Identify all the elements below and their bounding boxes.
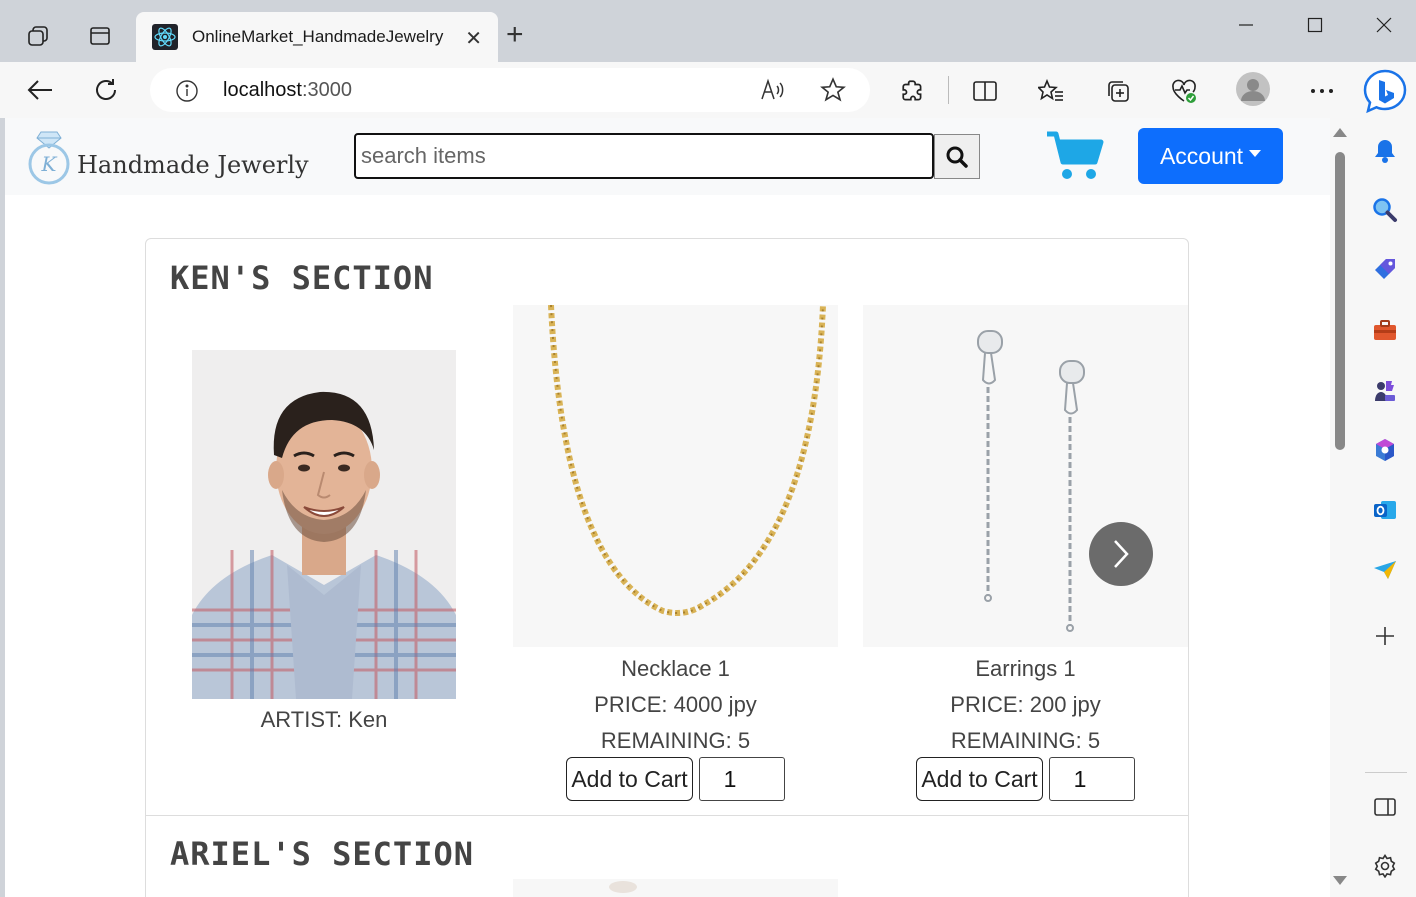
- browser-essentials-icon[interactable]: [1169, 76, 1199, 106]
- carousel-next-button[interactable]: [1089, 522, 1153, 586]
- artist-photo: [192, 350, 456, 699]
- profile-avatar[interactable]: [1236, 72, 1270, 106]
- bing-copilot-icon[interactable]: [1362, 68, 1408, 114]
- section-divider: [146, 815, 1188, 816]
- split-screen-icon[interactable]: [970, 76, 1000, 106]
- site-info-icon[interactable]: [175, 79, 199, 103]
- maximize-button[interactable]: [1295, 10, 1335, 40]
- edge-sidebar: [1355, 118, 1416, 897]
- product-image-necklace[interactable]: [513, 305, 838, 647]
- ring-logo-icon: K: [28, 131, 70, 185]
- extensions-icon[interactable]: [898, 76, 928, 106]
- outlook-icon[interactable]: [1370, 495, 1400, 525]
- section-title: ARIEL'S SECTION: [170, 835, 474, 873]
- microsoft-365-icon[interactable]: [1370, 435, 1400, 465]
- sidebar-divider: [1365, 772, 1407, 773]
- scroll-down-arrow-icon[interactable]: [1333, 876, 1347, 885]
- games-icon[interactable]: [1370, 375, 1400, 405]
- new-tab-button[interactable]: +: [506, 20, 524, 50]
- url-text: localhost:3000: [223, 79, 352, 101]
- minimize-button[interactable]: [1226, 10, 1266, 40]
- add-to-cart-button[interactable]: Add to Cart: [916, 757, 1043, 801]
- search-sidebar-icon[interactable]: [1370, 195, 1400, 225]
- back-button[interactable]: [24, 74, 56, 106]
- tab-title: OnlineMarket_HandmadeJewelry: [192, 27, 444, 46]
- product-remaining: REMAINING: 5: [950, 728, 1101, 753]
- search-icon: [946, 146, 968, 168]
- chevron-right-icon: [1114, 540, 1129, 568]
- scroll-thumb[interactable]: [1335, 152, 1345, 450]
- browser-titlebar: OnlineMarket_HandmadeJewelry ✕ +: [0, 0, 1416, 62]
- artist-card: KEN'S SECTION ARTIST: Ken Necklace 1 PRI…: [145, 238, 1189, 897]
- shopping-tag-icon[interactable]: [1370, 255, 1400, 285]
- page-scrollbar[interactable]: [1330, 118, 1355, 897]
- site-navbar: K Handmade Jewerly Account: [5, 118, 1330, 195]
- product-actions: Add to Cart: [863, 757, 1188, 801]
- product-price: PRICE: 200 jpy: [950, 692, 1101, 717]
- hide-sidebar-icon[interactable]: [1370, 792, 1400, 822]
- shopping-cart-icon[interactable]: [1045, 130, 1105, 182]
- quantity-input[interactable]: [698, 757, 785, 801]
- tab-close-icon[interactable]: ✕: [465, 26, 482, 51]
- account-label: Account: [1159, 142, 1244, 169]
- product-remaining: REMAINING: 5: [600, 728, 751, 753]
- address-bar[interactable]: localhost:3000: [150, 68, 870, 112]
- tools-briefcase-icon[interactable]: [1370, 315, 1400, 345]
- vertical-tabs-icon[interactable]: [86, 22, 114, 50]
- browser-tab-active[interactable]: OnlineMarket_HandmadeJewelry ✕: [136, 12, 498, 62]
- product-name: Necklace 1: [621, 656, 730, 681]
- react-favicon-icon: [152, 24, 178, 50]
- add-to-cart-button[interactable]: Add to Cart: [566, 757, 693, 801]
- more-options-icon[interactable]: [1307, 76, 1337, 106]
- caret-down-icon: [1249, 149, 1262, 157]
- quantity-input[interactable]: [1048, 757, 1135, 801]
- scroll-up-arrow-icon[interactable]: [1333, 128, 1347, 137]
- search-button[interactable]: [934, 134, 980, 179]
- product-actions: Add to Cart: [513, 757, 838, 801]
- toolbar-divider: [948, 76, 949, 104]
- brand-link[interactable]: K Handmade Jewerly: [25, 126, 309, 186]
- page-viewport: K Handmade Jewerly Account KEN'S SECTION: [5, 118, 1330, 897]
- product-image-earrings[interactable]: [863, 305, 1188, 647]
- search-input[interactable]: [354, 133, 934, 179]
- favorites-icon[interactable]: [1036, 76, 1066, 106]
- brand-name: Handmade Jewerly: [77, 151, 309, 179]
- product-name: Earrings 1: [975, 656, 1076, 681]
- notifications-bell-icon[interactable]: [1370, 136, 1400, 166]
- workspaces-icon[interactable]: [24, 22, 52, 50]
- section-title: KEN'S SECTION: [170, 259, 434, 297]
- settings-gear-icon[interactable]: [1370, 851, 1400, 881]
- product-card: Necklace 1 PRICE: 4000 jpy REMAINING: 5 …: [513, 305, 838, 801]
- send-plane-icon[interactable]: [1370, 555, 1400, 585]
- product-price: PRICE: 4000 jpy: [594, 692, 757, 717]
- close-window-button[interactable]: [1364, 10, 1404, 40]
- artist-label: ARTIST: Ken: [260, 707, 388, 732]
- product-image-partial: [513, 879, 838, 897]
- browser-toolbar: localhost:3000: [0, 62, 1416, 118]
- svg-text:K: K: [41, 152, 58, 176]
- favorite-star-icon[interactable]: [818, 75, 848, 105]
- account-dropdown-button[interactable]: Account: [1138, 128, 1283, 184]
- refresh-button[interactable]: [90, 74, 122, 106]
- collections-icon[interactable]: [1103, 76, 1133, 106]
- read-aloud-icon[interactable]: [758, 75, 788, 105]
- add-sidebar-app-icon[interactable]: [1370, 621, 1400, 651]
